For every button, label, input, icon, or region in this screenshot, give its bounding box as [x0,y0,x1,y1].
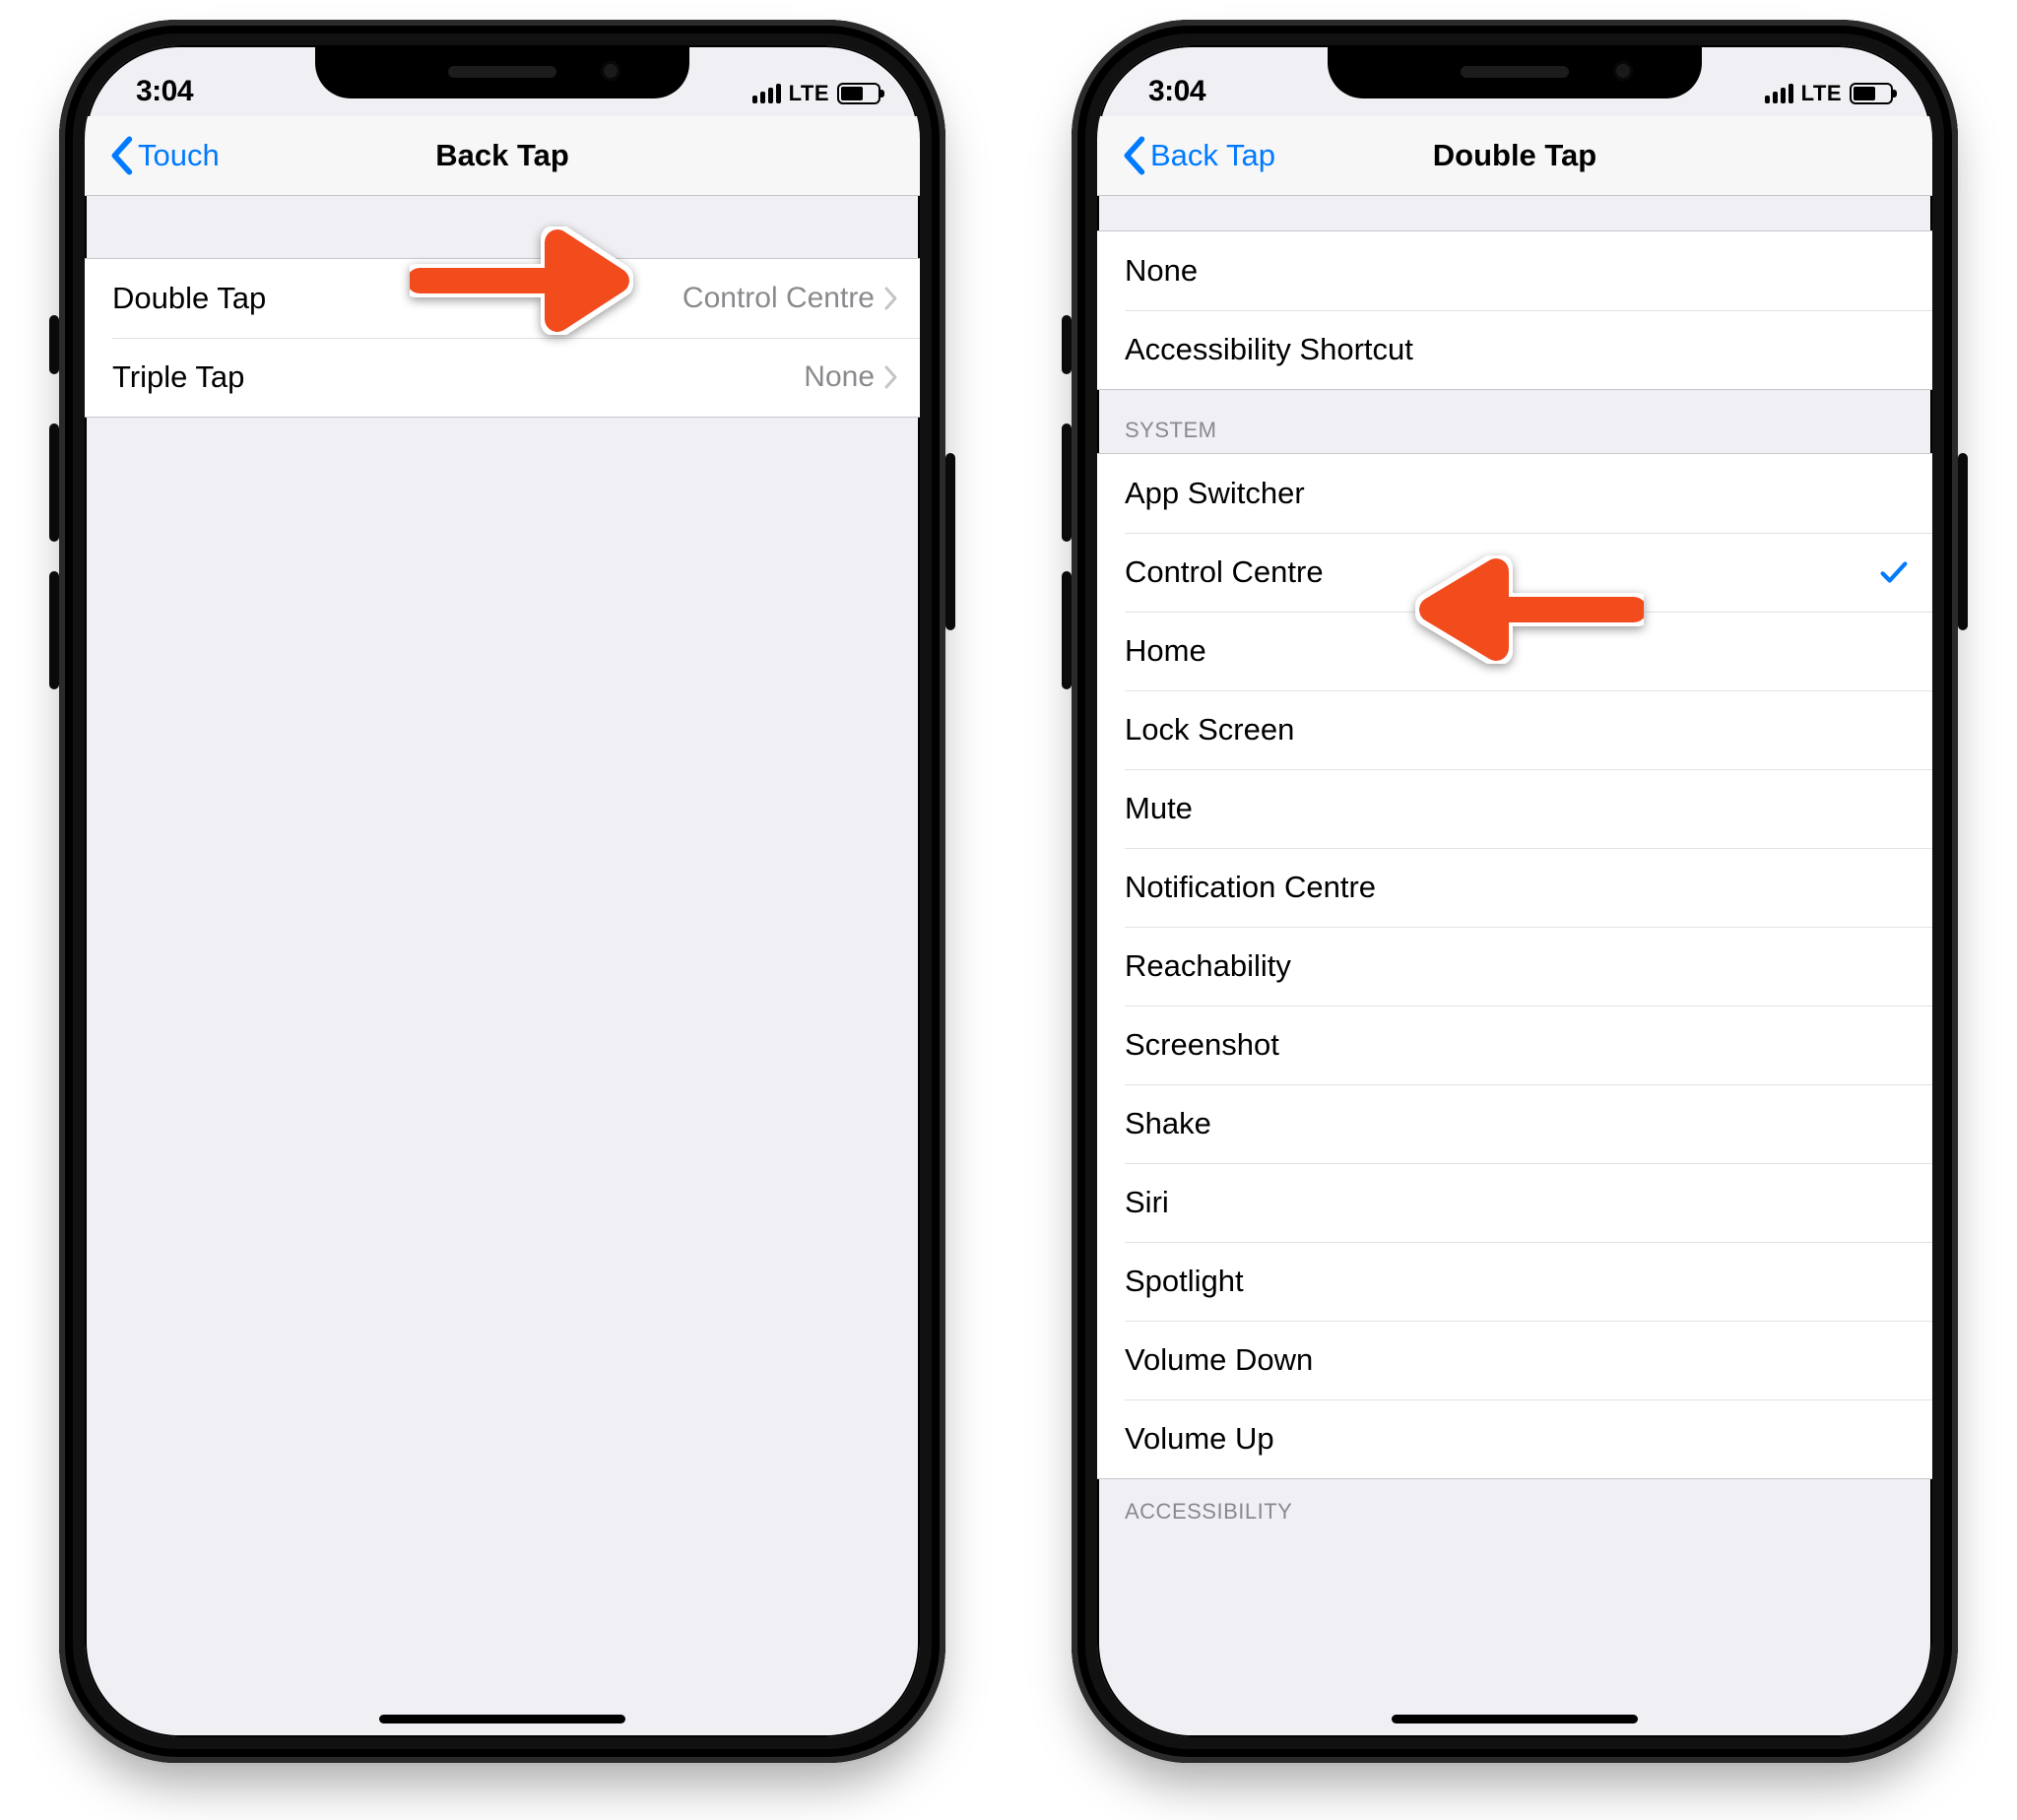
row-value: Control Centre [683,282,898,315]
row-label: Volume Up [1125,1421,1274,1457]
back-button[interactable]: Back Tap [1111,116,1285,195]
volume-up-button [49,423,59,542]
row-label: Accessibility Shortcut [1125,332,1413,367]
row-shake[interactable]: Shake [1097,1084,1932,1163]
signal-icon [752,84,781,103]
phone-frame-left: 3:04 LTE Touch Back Tap [59,20,945,1763]
signal-icon [1765,84,1793,103]
row-siri[interactable]: Siri [1097,1163,1932,1242]
home-indicator[interactable] [379,1715,625,1723]
section-header-system: System [1097,390,1932,453]
volume-up-button [1062,423,1072,542]
row-value: None [804,360,898,394]
annotation-arrow-left [1388,555,1644,664]
row-label: Mute [1125,791,1193,826]
row-app-switcher[interactable]: App Switcher [1097,454,1932,533]
top-group: None Accessibility Shortcut [1097,230,1932,390]
page-title: Back Tap [435,138,569,173]
row-label: Screenshot [1125,1027,1279,1063]
speaker-grill [448,66,556,78]
row-notification-centre[interactable]: Notification Centre [1097,848,1932,927]
chevron-right-icon [884,364,898,390]
phone-frame-right: 3:04 LTE Back Tap Double Tap [1072,20,1958,1763]
network-label: LTE [1801,81,1842,106]
front-camera [1613,61,1633,81]
row-volume-up[interactable]: Volume Up [1097,1399,1932,1478]
section-header-accessibility: Accessibility [1097,1479,1932,1534]
row-triple-tap[interactable]: Triple Tap None [85,338,920,417]
home-indicator[interactable] [1392,1715,1638,1723]
row-accessibility-shortcut[interactable]: Accessibility Shortcut [1097,310,1932,389]
row-mute[interactable]: Mute [1097,769,1932,848]
row-volume-down[interactable]: Volume Down [1097,1321,1932,1399]
annotation-arrow-right [410,227,636,335]
volume-down-button [49,571,59,689]
page-title: Double Tap [1433,138,1596,173]
content-area: Double Tap Control Centre Triple Tap Non… [85,195,920,1737]
mute-switch [49,315,59,374]
row-label: Triple Tap [112,359,244,395]
row-label: Siri [1125,1185,1169,1220]
content-area[interactable]: None Accessibility Shortcut System App S… [1097,195,1932,1737]
row-reachability[interactable]: Reachability [1097,927,1932,1006]
power-button [1958,453,1968,630]
speaker-grill [1461,66,1569,78]
back-label: Back Tap [1150,138,1275,173]
row-label: Home [1125,633,1206,669]
row-label: Reachability [1125,948,1291,984]
row-label: App Switcher [1125,476,1305,511]
chevron-left-icon [108,136,134,175]
power-button [945,453,955,630]
status-time: 3:04 [136,75,193,112]
row-label: Double Tap [112,281,266,316]
row-none[interactable]: None [1097,231,1932,310]
chevron-right-icon [884,286,898,311]
battery-icon [837,83,880,104]
notch [1328,45,1702,98]
row-label: Shake [1125,1106,1211,1141]
notch [315,45,689,98]
row-label: Spotlight [1125,1264,1244,1299]
status-time: 3:04 [1148,75,1205,112]
row-label: None [1125,253,1198,289]
check-icon [1877,555,1911,589]
row-spotlight[interactable]: Spotlight [1097,1242,1932,1321]
row-lock-screen[interactable]: Lock Screen [1097,690,1932,769]
nav-bar: Touch Back Tap [85,116,920,196]
screen-left: 3:04 LTE Touch Back Tap [85,45,920,1737]
row-screenshot[interactable]: Screenshot [1097,1006,1932,1084]
battery-icon [1850,83,1893,104]
row-label: Control Centre [1125,554,1324,590]
screen-right: 3:04 LTE Back Tap Double Tap [1097,45,1932,1737]
chevron-left-icon [1121,136,1146,175]
mute-switch [1062,315,1072,374]
row-label: Lock Screen [1125,712,1294,748]
volume-down-button [1062,571,1072,689]
front-camera [601,61,620,81]
row-label: Volume Down [1125,1342,1313,1378]
row-label: Notification Centre [1125,870,1376,905]
back-label: Touch [138,138,220,173]
network-label: LTE [789,81,829,106]
nav-bar: Back Tap Double Tap [1097,116,1932,196]
back-button[interactable]: Touch [98,116,229,195]
